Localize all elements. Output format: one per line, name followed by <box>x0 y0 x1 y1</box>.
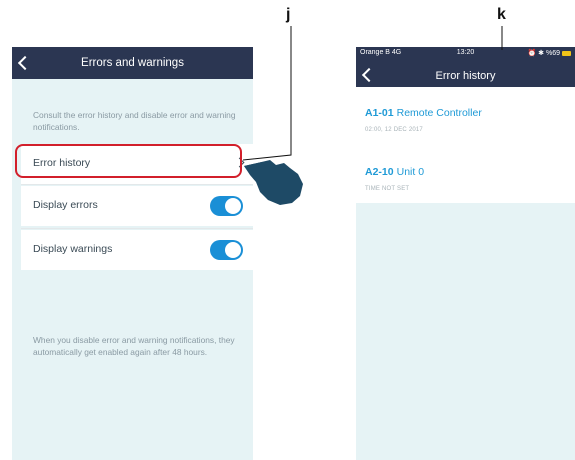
pointing-hand-icon <box>244 160 303 205</box>
callout-j-line <box>242 26 292 161</box>
callout-overlay <box>242 26 503 205</box>
